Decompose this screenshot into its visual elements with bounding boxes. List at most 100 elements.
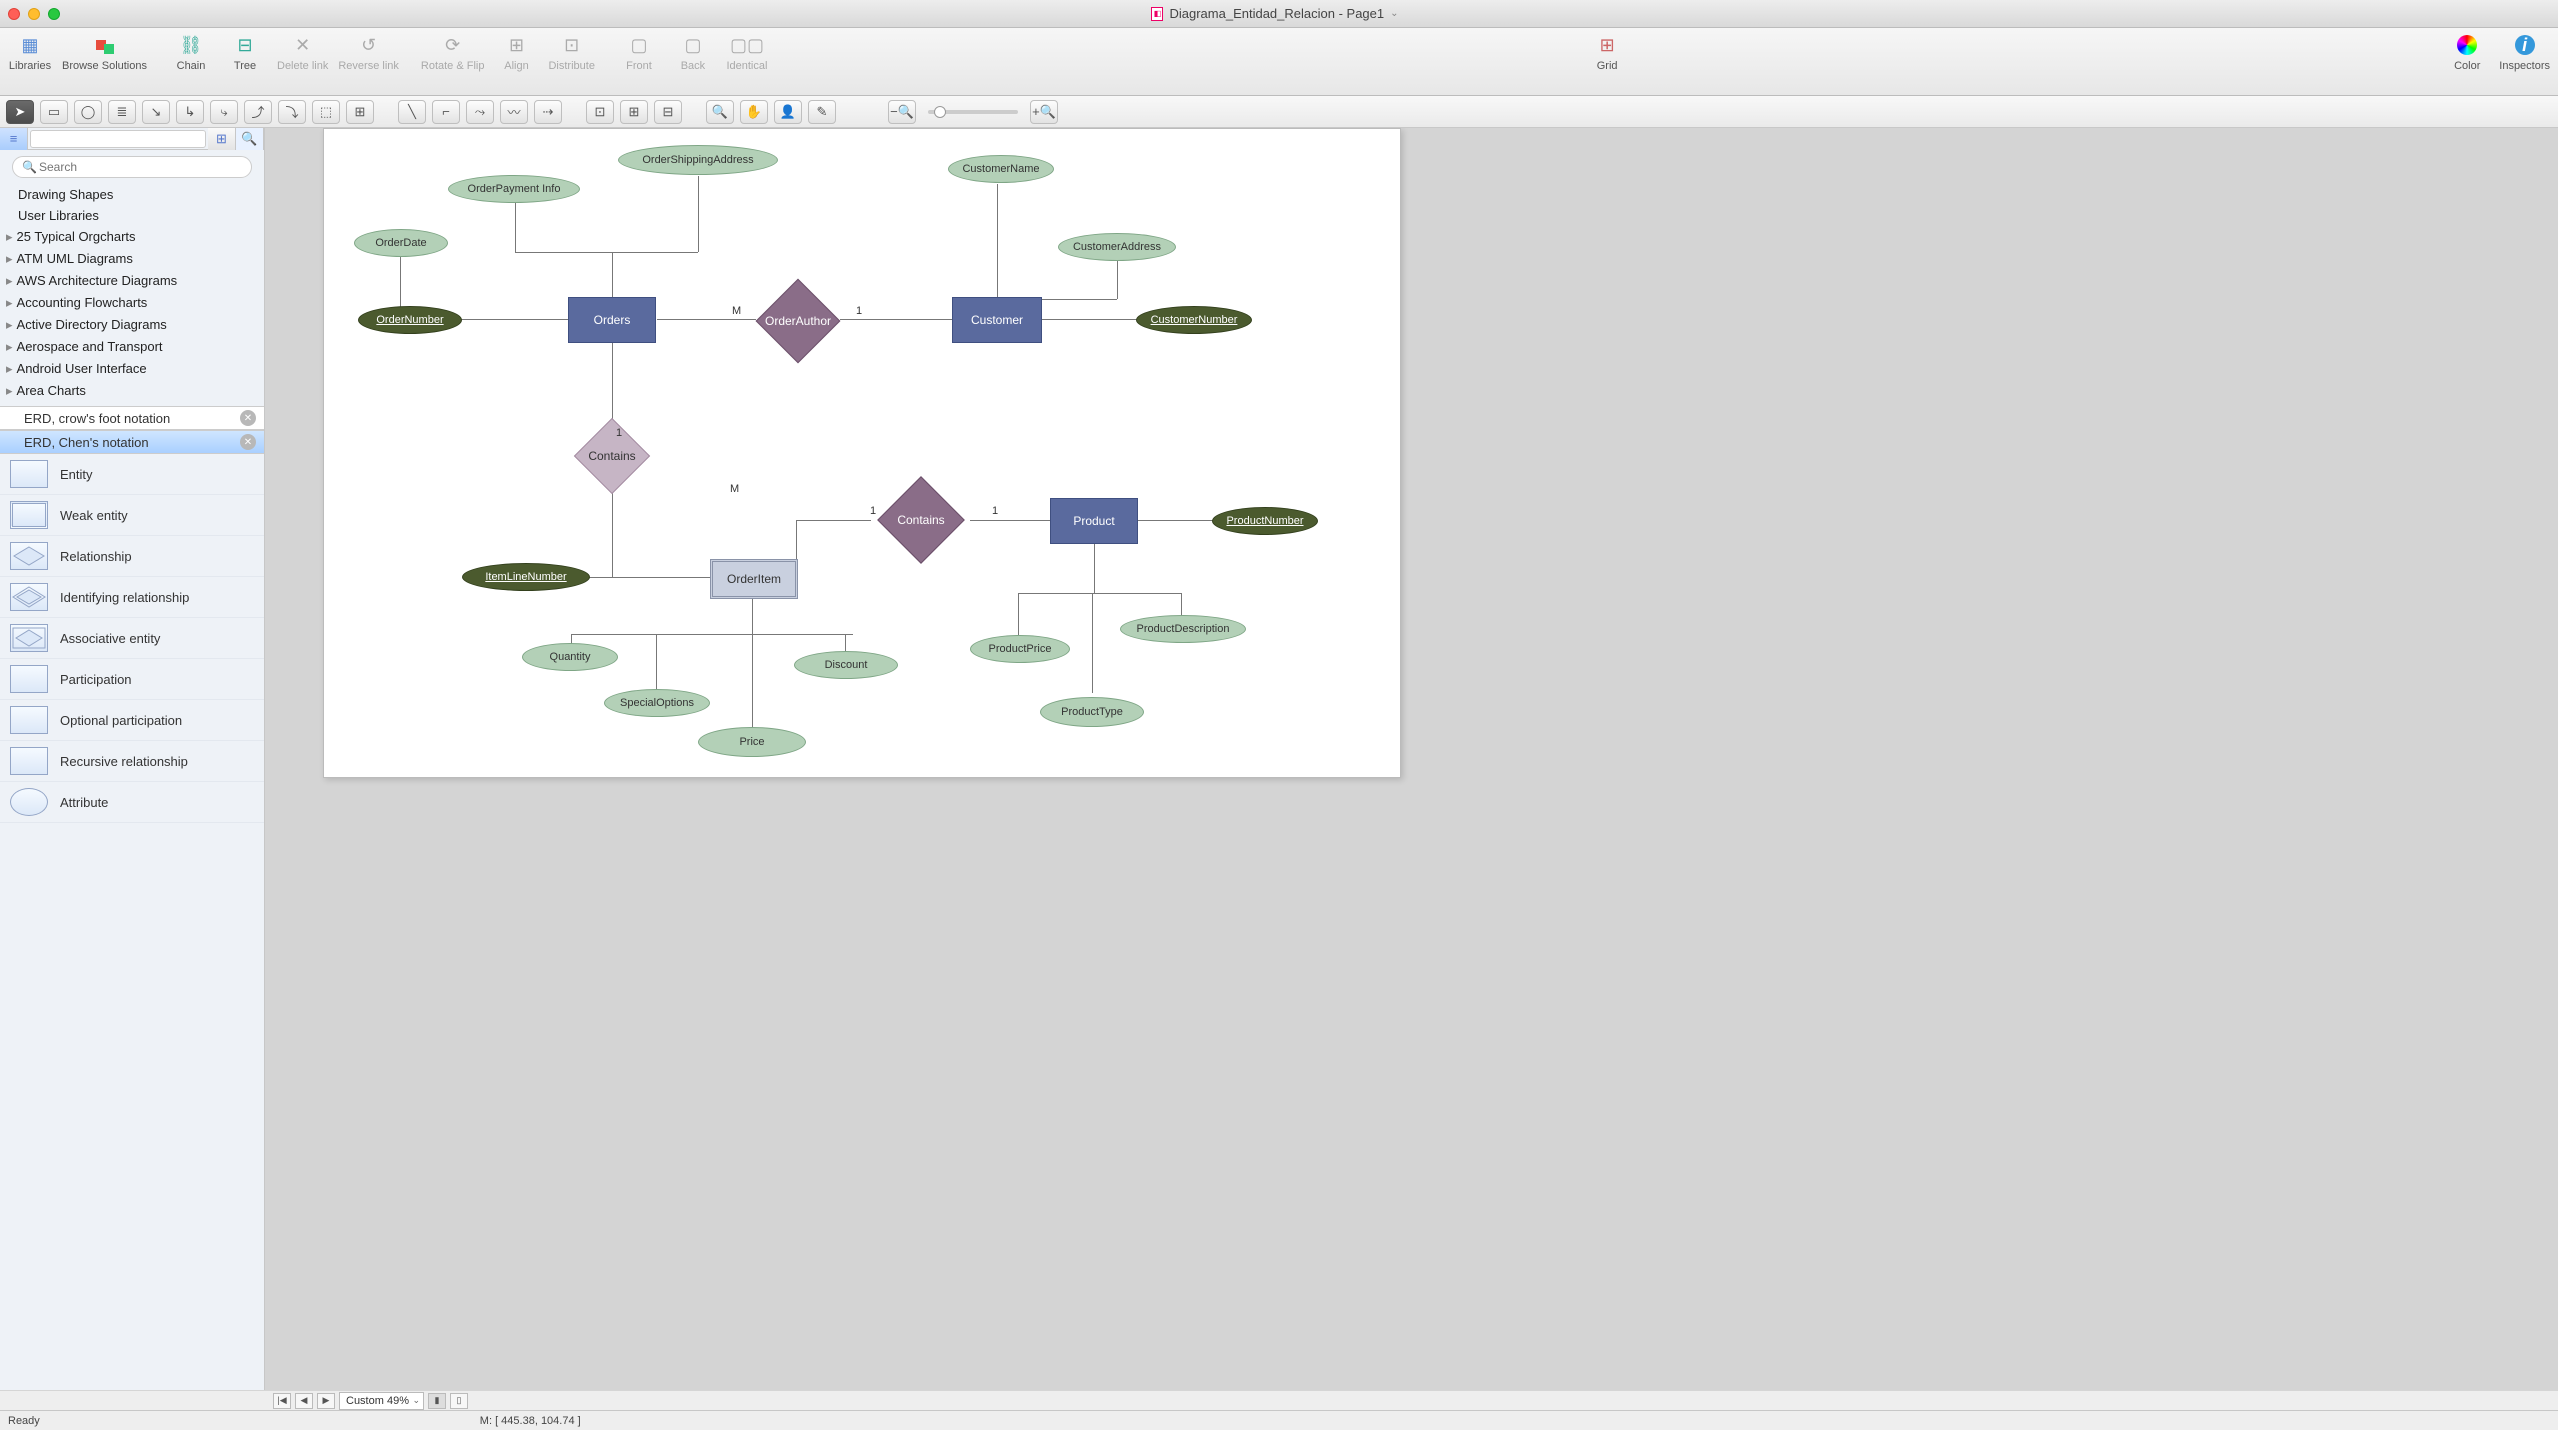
attr-customername[interactable]: CustomerName <box>948 155 1054 183</box>
shape-opt-participation[interactable]: Optional participation <box>0 700 264 741</box>
attr-orderdate[interactable]: OrderDate <box>354 229 448 257</box>
entity-product[interactable]: Product <box>1050 498 1138 544</box>
inspectors-button[interactable]: iInspectors <box>2499 32 2550 93</box>
lib-item[interactable]: Area Charts <box>0 380 264 402</box>
attr-price[interactable]: Price <box>698 727 806 757</box>
shape-attribute[interactable]: Attribute <box>0 782 264 823</box>
zoom-select[interactable]: Custom 49% <box>339 1392 424 1410</box>
attr-customernumber[interactable]: CustomerNumber <box>1136 306 1252 334</box>
attr-productprice[interactable]: ProductPrice <box>970 635 1070 663</box>
attr-discount[interactable]: Discount <box>794 651 898 679</box>
connector-3[interactable]: ⤳ <box>466 100 494 124</box>
section-chen[interactable]: ERD, Chen's notation ✕ <box>0 430 264 454</box>
pointer-tool[interactable]: ➤ <box>6 100 34 124</box>
lib-item[interactable]: Drawing Shapes <box>0 184 264 205</box>
rel-orderauthor[interactable]: OrderAuthor <box>768 291 828 351</box>
connector-5[interactable]: ⇢ <box>534 100 562 124</box>
lib-item[interactable]: Active Directory Diagrams <box>0 314 264 336</box>
line-tool-6[interactable]: ⬚ <box>312 100 340 124</box>
shape-recursive[interactable]: Recursive relationship <box>0 741 264 782</box>
rel-contains-2[interactable]: Contains <box>890 489 952 551</box>
zoom-out-button[interactable]: −🔍 <box>888 100 916 124</box>
connector-1[interactable]: ╲ <box>398 100 426 124</box>
attr-ordernumber[interactable]: OrderNumber <box>358 306 462 334</box>
hand-tool[interactable]: ✋ <box>740 100 768 124</box>
line-tool-1[interactable]: ↘ <box>142 100 170 124</box>
search-input[interactable] <box>12 156 252 178</box>
attr-customeraddress[interactable]: CustomerAddress <box>1058 233 1176 261</box>
entity-orders[interactable]: Orders <box>568 297 656 343</box>
zoom-tool[interactable]: 🔍 <box>706 100 734 124</box>
rel-contains-1[interactable]: Contains <box>585 429 639 483</box>
page-prev[interactable]: ◀ <box>295 1393 313 1409</box>
canvas[interactable]: Orders Customer Product OrderItem OrderN… <box>265 128 2558 1390</box>
search-tab[interactable]: 🔍 <box>236 128 264 150</box>
color-button[interactable]: Color <box>2445 32 2489 93</box>
lib-item[interactable]: AWS Architecture Diagrams <box>0 270 264 292</box>
entity-customer[interactable]: Customer <box>952 297 1042 343</box>
close-icon[interactable]: ✕ <box>240 434 256 450</box>
person-tool[interactable]: 👤 <box>774 100 802 124</box>
attr-producttype[interactable]: ProductType <box>1040 697 1144 727</box>
attr-ordershipping[interactable]: OrderShippingAddress <box>618 145 778 175</box>
shape-relationship[interactable]: Relationship <box>0 536 264 577</box>
lib-item[interactable]: 25 Typical Orgcharts <box>0 226 264 248</box>
libraries-button[interactable]: ▦ Libraries <box>8 32 52 93</box>
connector-4[interactable]: 〰 <box>500 100 528 124</box>
attr-orderpayment[interactable]: OrderPayment Info <box>448 175 580 203</box>
line-tool-3[interactable]: ⤷ <box>210 100 238 124</box>
line-tool-5[interactable]: ⤵ <box>278 100 306 124</box>
chevron-down-icon[interactable]: ⌄ <box>1390 8 1398 19</box>
zoom-slider[interactable] <box>928 110 1018 114</box>
library-tab[interactable]: ≡ <box>0 128 28 150</box>
entity-orderitem[interactable]: OrderItem <box>710 559 798 599</box>
close-button[interactable] <box>8 8 20 20</box>
attr-quantity[interactable]: Quantity <box>522 643 618 671</box>
attr-itemlinenumber[interactable]: ItemLineNumber <box>462 563 590 591</box>
lib-item[interactable]: User Libraries <box>0 205 264 226</box>
lib-item[interactable]: Aerospace and Transport <box>0 336 264 358</box>
page-prev-all[interactable]: |◀ <box>273 1393 291 1409</box>
line-tool-7[interactable]: ⊞ <box>346 100 374 124</box>
shape-id-relationship[interactable]: Identifying relationship <box>0 577 264 618</box>
ellipse-tool[interactable]: ◯ <box>74 100 102 124</box>
close-icon[interactable]: ✕ <box>240 410 256 426</box>
tree-button[interactable]: ⊟Tree <box>223 32 267 93</box>
diagram-page[interactable]: Orders Customer Product OrderItem OrderN… <box>323 128 1401 778</box>
attr-productdesc[interactable]: ProductDescription <box>1120 615 1246 643</box>
page-add[interactable]: ▯ <box>450 1393 468 1409</box>
identical-icon: ▢▢ <box>732 32 762 58</box>
connector-2[interactable]: ⌐ <box>432 100 460 124</box>
shape-assoc-entity[interactable]: Associative entity <box>0 618 264 659</box>
grid-button[interactable]: ⊞Grid <box>1585 32 1629 93</box>
zoom-in-button[interactable]: +🔍 <box>1030 100 1058 124</box>
chain-button[interactable]: ⛓Chain <box>169 32 213 93</box>
group-tool-1[interactable]: ⊡ <box>586 100 614 124</box>
sidebar-filter-field[interactable] <box>30 130 206 148</box>
minimize-button[interactable] <box>28 8 40 20</box>
weak-entity-icon <box>10 501 48 529</box>
reverse-link-icon: ↺ <box>354 32 384 58</box>
attr-specialoptions[interactable]: SpecialOptions <box>604 689 710 717</box>
browse-solutions-button[interactable]: Browse Solutions <box>62 32 147 93</box>
maximize-button[interactable] <box>48 8 60 20</box>
page-1[interactable]: ▮ <box>428 1393 446 1409</box>
document-icon: ◧ <box>1151 7 1163 21</box>
line-tool-2[interactable]: ↳ <box>176 100 204 124</box>
group-tool-3[interactable]: ⊟ <box>654 100 682 124</box>
lib-item[interactable]: ATM UML Diagrams <box>0 248 264 270</box>
shape-weak-entity[interactable]: Weak entity <box>0 495 264 536</box>
pencil-tool[interactable]: ✎ <box>808 100 836 124</box>
rect-tool[interactable]: ▭ <box>40 100 68 124</box>
text-tool[interactable]: ≣ <box>108 100 136 124</box>
shape-participation[interactable]: Participation <box>0 659 264 700</box>
section-crowfoot[interactable]: ERD, crow's foot notation ✕ <box>0 406 264 430</box>
lib-item[interactable]: Android User Interface <box>0 358 264 380</box>
attr-productnumber[interactable]: ProductNumber <box>1212 507 1318 535</box>
shape-entity[interactable]: Entity <box>0 454 264 495</box>
line-tool-4[interactable]: ⤴ <box>244 100 272 124</box>
grid-view-tab[interactable]: ⊞ <box>208 128 236 150</box>
group-tool-2[interactable]: ⊞ <box>620 100 648 124</box>
page-next[interactable]: ▶ <box>317 1393 335 1409</box>
lib-item[interactable]: Accounting Flowcharts <box>0 292 264 314</box>
